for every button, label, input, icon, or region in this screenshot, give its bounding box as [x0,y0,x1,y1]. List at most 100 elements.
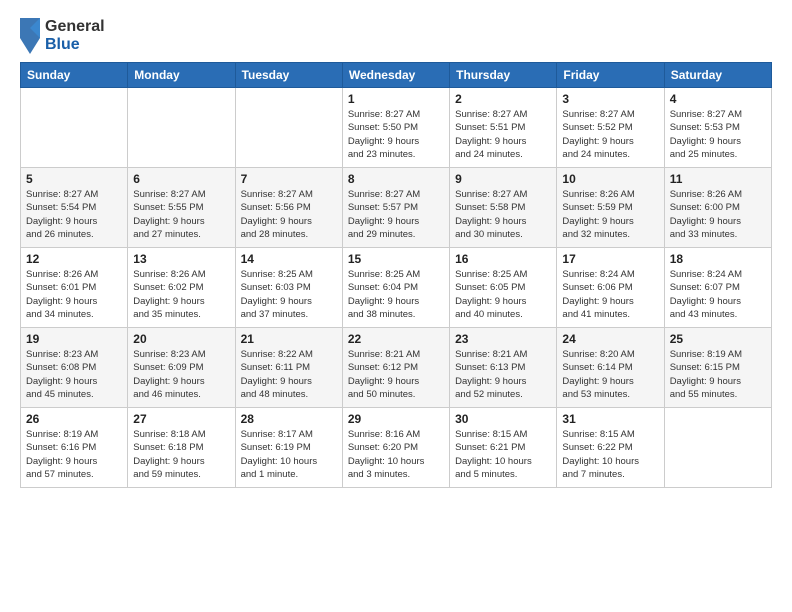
day-info: Sunrise: 8:25 AM Sunset: 6:04 PM Dayligh… [348,268,444,321]
day-number: 27 [133,412,229,426]
day-number: 26 [26,412,122,426]
day-number: 16 [455,252,551,266]
day-number: 2 [455,92,551,106]
day-number: 23 [455,332,551,346]
day-cell: 14Sunrise: 8:25 AM Sunset: 6:03 PM Dayli… [235,248,342,328]
logo-general: General [45,18,105,36]
day-cell: 19 Sunrise: 8:23 AM Sunset: 6:08 PM Dayli… [21,328,128,408]
day-number: 18 [670,252,766,266]
day-cell [235,88,342,168]
day-cell: 6 Sunrise: 8:27 AM Sunset: 5:55 PM Daylig… [128,168,235,248]
day-info: Sunrise: 8:23 AM Sunset: 6:08 PM Dayligh… [26,348,122,401]
day-info: Sunrise: 8:27 AM Sunset: 5:51 PM Dayligh… [455,108,551,161]
week-row-4: 19 Sunrise: 8:23 AM Sunset: 6:08 PM Dayli… [21,328,772,408]
day-number: 19 [26,332,122,346]
day-number: 17 [562,252,658,266]
day-info: Sunrise: 8:26 AM Sunset: 6:00 PM Dayligh… [670,188,766,241]
day-cell: 2 Sunrise: 8:27 AM Sunset: 5:51 PM Daylig… [450,88,557,168]
week-row-5: 26Sunrise: 8:19 AM Sunset: 6:16 PM Dayli… [21,408,772,488]
day-cell: 7 Sunrise: 8:27 AM Sunset: 5:56 PM Daylig… [235,168,342,248]
logo-shape-icon [20,18,40,54]
day-info: Sunrise: 8:19 AM Sunset: 6:15 PM Dayligh… [670,348,766,401]
day-info: Sunrise: 8:27 AM Sunset: 5:50 PM Dayligh… [348,108,444,161]
weekday-header-tuesday: Tuesday [235,63,342,88]
day-number: 22 [348,332,444,346]
day-info: Sunrise: 8:27 AM Sunset: 5:57 PM Dayligh… [348,188,444,241]
day-info: Sunrise: 8:22 AM Sunset: 6:11 PM Dayligh… [241,348,337,401]
day-cell: 16 Sunrise: 8:25 AM Sunset: 6:05 PM Dayli… [450,248,557,328]
calendar-table: SundayMondayTuesdayWednesdayThursdayFrid… [20,62,772,488]
day-cell: 4 Sunrise: 8:27 AM Sunset: 5:53 PM Daylig… [664,88,771,168]
day-info: Sunrise: 8:26 AM Sunset: 5:59 PM Dayligh… [562,188,658,241]
day-cell: 9 Sunrise: 8:27 AM Sunset: 5:58 PM Daylig… [450,168,557,248]
weekday-header-row: SundayMondayTuesdayWednesdayThursdayFrid… [21,63,772,88]
header: General Blue [20,18,772,54]
weekday-header-saturday: Saturday [664,63,771,88]
day-cell: 8 Sunrise: 8:27 AM Sunset: 5:57 PM Daylig… [342,168,449,248]
day-cell: 29 Sunrise: 8:16 AM Sunset: 6:20 PM Dayli… [342,408,449,488]
weekday-header-monday: Monday [128,63,235,88]
day-number: 7 [241,172,337,186]
day-cell: 27 Sunrise: 8:18 AM Sunset: 6:18 PM Dayli… [128,408,235,488]
day-number: 11 [670,172,766,186]
day-cell: 26Sunrise: 8:19 AM Sunset: 6:16 PM Dayli… [21,408,128,488]
day-info: Sunrise: 8:25 AM Sunset: 6:05 PM Dayligh… [455,268,551,321]
day-cell: 13Sunrise: 8:26 AM Sunset: 6:02 PM Dayli… [128,248,235,328]
day-cell: 28Sunrise: 8:17 AM Sunset: 6:19 PM Dayli… [235,408,342,488]
day-info: Sunrise: 8:26 AM Sunset: 6:01 PM Dayligh… [26,268,122,321]
day-number: 31 [562,412,658,426]
day-info: Sunrise: 8:27 AM Sunset: 5:58 PM Dayligh… [455,188,551,241]
weekday-header-sunday: Sunday [21,63,128,88]
day-cell: 10 Sunrise: 8:26 AM Sunset: 5:59 PM Dayli… [557,168,664,248]
logo-blue: Blue [45,36,105,54]
day-number: 6 [133,172,229,186]
day-number: 3 [562,92,658,106]
day-number: 20 [133,332,229,346]
day-number: 10 [562,172,658,186]
day-info: Sunrise: 8:21 AM Sunset: 6:13 PM Dayligh… [455,348,551,401]
day-info: Sunrise: 8:23 AM Sunset: 6:09 PM Dayligh… [133,348,229,401]
day-number: 30 [455,412,551,426]
day-number: 24 [562,332,658,346]
day-cell: 17 Sunrise: 8:24 AM Sunset: 6:06 PM Dayli… [557,248,664,328]
week-row-1: 1 Sunrise: 8:27 AM Sunset: 5:50 PM Daylig… [21,88,772,168]
day-cell: 24Sunrise: 8:20 AM Sunset: 6:14 PM Dayli… [557,328,664,408]
day-number: 1 [348,92,444,106]
day-cell: 22Sunrise: 8:21 AM Sunset: 6:12 PM Dayli… [342,328,449,408]
day-cell: 1 Sunrise: 8:27 AM Sunset: 5:50 PM Daylig… [342,88,449,168]
day-cell [21,88,128,168]
day-number: 29 [348,412,444,426]
day-cell: 23 Sunrise: 8:21 AM Sunset: 6:13 PM Dayli… [450,328,557,408]
day-info: Sunrise: 8:24 AM Sunset: 6:06 PM Dayligh… [562,268,658,321]
day-info: Sunrise: 8:27 AM Sunset: 5:55 PM Dayligh… [133,188,229,241]
day-cell: 30Sunrise: 8:15 AM Sunset: 6:21 PM Dayli… [450,408,557,488]
day-number: 14 [241,252,337,266]
day-cell: 11 Sunrise: 8:26 AM Sunset: 6:00 PM Dayli… [664,168,771,248]
logo-container: General Blue [20,18,105,54]
day-cell: 5 Sunrise: 8:27 AM Sunset: 5:54 PM Daylig… [21,168,128,248]
day-number: 21 [241,332,337,346]
day-info: Sunrise: 8:26 AM Sunset: 6:02 PM Dayligh… [133,268,229,321]
weekday-header-friday: Friday [557,63,664,88]
calendar-page: General Blue SundayMondayTuesdayWednesda… [0,0,792,612]
day-info: Sunrise: 8:24 AM Sunset: 6:07 PM Dayligh… [670,268,766,321]
day-number: 5 [26,172,122,186]
day-cell: 21 Sunrise: 8:22 AM Sunset: 6:11 PM Dayli… [235,328,342,408]
day-number: 8 [348,172,444,186]
day-number: 4 [670,92,766,106]
day-cell: 15 Sunrise: 8:25 AM Sunset: 6:04 PM Dayli… [342,248,449,328]
day-cell [128,88,235,168]
day-info: Sunrise: 8:27 AM Sunset: 5:52 PM Dayligh… [562,108,658,161]
day-info: Sunrise: 8:27 AM Sunset: 5:56 PM Dayligh… [241,188,337,241]
day-info: Sunrise: 8:16 AM Sunset: 6:20 PM Dayligh… [348,428,444,481]
logo: General Blue [20,18,105,54]
day-info: Sunrise: 8:27 AM Sunset: 5:54 PM Dayligh… [26,188,122,241]
day-number: 9 [455,172,551,186]
day-info: Sunrise: 8:17 AM Sunset: 6:19 PM Dayligh… [241,428,337,481]
day-info: Sunrise: 8:18 AM Sunset: 6:18 PM Dayligh… [133,428,229,481]
day-cell: 3 Sunrise: 8:27 AM Sunset: 5:52 PM Daylig… [557,88,664,168]
day-number: 25 [670,332,766,346]
day-number: 15 [348,252,444,266]
day-cell: 12Sunrise: 8:26 AM Sunset: 6:01 PM Dayli… [21,248,128,328]
day-info: Sunrise: 8:27 AM Sunset: 5:53 PM Dayligh… [670,108,766,161]
